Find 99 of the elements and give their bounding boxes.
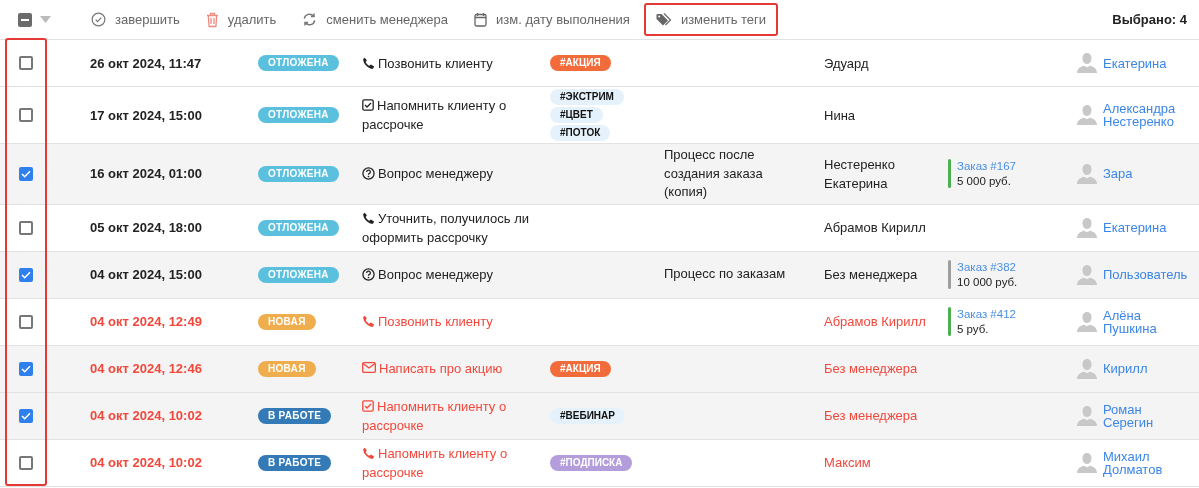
tag-icon [655, 12, 672, 27]
phone-icon [362, 446, 375, 460]
task-link[interactable]: Позвонить клиенту [362, 53, 538, 73]
complete-button[interactable]: завершить [79, 3, 192, 36]
client-link[interactable]: Пользователь [1103, 268, 1195, 281]
avatar-icon [1075, 51, 1099, 75]
row-checkbox[interactable] [19, 314, 33, 329]
row-checkbox[interactable] [19, 361, 33, 376]
manager-name: Без менеджера [824, 360, 919, 378]
tag-badge: #ПОТОК [550, 125, 611, 141]
question-icon [362, 268, 375, 281]
tag-badge: #АКЦИЯ [550, 55, 611, 71]
row-checkbox[interactable] [19, 108, 33, 122]
tag-badge: #ПОДПИСКА [550, 454, 633, 471]
tag-badge: #АКЦИЯ [550, 360, 611, 377]
client-link[interactable]: Зара [1103, 167, 1195, 181]
calendar-icon [474, 12, 488, 27]
due-date: 16 окт 2024, 01:00 [89, 165, 203, 184]
status-badge: В РАБОТЕ [258, 407, 332, 424]
reassign-button[interactable]: сменить менеджера [290, 3, 461, 36]
manager-name: Абрамов Кирилл [824, 313, 927, 331]
date-button[interactable]: изм. дату выполнения [462, 3, 642, 36]
status-badge: ОТЛОЖЕНА [258, 107, 339, 123]
manager-name: Эдуард [824, 54, 870, 73]
tag-badge: #ВЕБИНАР [550, 407, 625, 424]
tag-badge: #ЭКСТРИМ [550, 89, 624, 105]
status-badge: ОТЛОЖЕНА [258, 55, 339, 71]
checkbox-icon [362, 399, 374, 412]
process-name: Процесс после создания заказа (копия) [664, 146, 764, 201]
due-date: 04 окт 2024, 12:49 [89, 313, 203, 331]
row-checkbox[interactable] [19, 267, 33, 282]
avatar-icon [1075, 215, 1099, 240]
manager-name: Без менеджера [824, 266, 919, 284]
row-checkbox[interactable] [19, 166, 33, 181]
due-date: 04 окт 2024, 15:00 [89, 266, 203, 284]
order-link[interactable]: Заказ #382 [957, 261, 1016, 273]
status-badge: НОВАЯ [258, 313, 316, 330]
select-all-checkbox[interactable] [18, 12, 32, 27]
avatar-icon [1075, 262, 1099, 287]
task-link[interactable]: Уточнить, получилось ли оформить рассрочку [362, 208, 538, 247]
avatar-icon [1075, 356, 1099, 381]
due-date: 04 окт 2024, 10:02 [89, 407, 203, 425]
due-date: 04 окт 2024, 10:02 [89, 454, 203, 472]
status-badge: ОТЛОЖЕНА [258, 266, 339, 283]
row-checkbox[interactable] [19, 455, 33, 470]
due-date: 04 окт 2024, 12:46 [89, 360, 203, 378]
status-badge: ОТЛОЖЕНА [258, 219, 339, 236]
order-link[interactable]: Заказ #412 [957, 308, 1016, 320]
manager-name: Абрамов Кирилл [824, 219, 927, 237]
phone-icon [362, 56, 375, 70]
refresh-icon [302, 12, 318, 27]
client-link[interactable]: Кирилл [1103, 362, 1195, 375]
checkbox-icon [362, 99, 374, 111]
selected-count: Выбрано: 4 [1112, 12, 1187, 27]
avatar-icon [1075, 450, 1099, 475]
client-link[interactable]: Екатерина [1103, 221, 1195, 234]
task-link[interactable]: Вопрос менеджеру [362, 164, 538, 184]
avatar-icon [1075, 309, 1099, 334]
client-link[interactable]: Михаил Долматов [1103, 449, 1195, 476]
row-checkbox[interactable] [19, 56, 33, 70]
process-name: Процесс по заказам [664, 265, 787, 284]
due-date: 05 окт 2024, 18:00 [89, 219, 203, 237]
status-badge: НОВАЯ [258, 360, 316, 377]
phone-icon [362, 315, 375, 328]
task-link[interactable]: Напомнить клиенту о рассрочке [362, 396, 538, 435]
avatar-icon [1075, 403, 1099, 428]
task-link[interactable]: Вопрос менеджеру [362, 265, 538, 284]
tags-button[interactable]: изменить теги [643, 3, 779, 36]
tag-badge: #ЦВЕТ [550, 107, 603, 123]
manager-name: Без менеджера [824, 407, 919, 425]
task-link[interactable]: Напомнить клиенту о рассрочке [362, 96, 538, 134]
status-badge: В РАБОТЕ [258, 454, 332, 471]
manager-name: Нина [824, 106, 857, 125]
order-link[interactable]: Заказ #167 [957, 160, 1016, 173]
task-link[interactable]: Напомнить клиенту о рассрочке [362, 443, 538, 482]
manager-name: Максим [824, 454, 872, 472]
client-link[interactable]: Екатерина [1103, 56, 1195, 70]
client-link[interactable]: Александра Нестеренко [1103, 102, 1195, 128]
avatar-icon [1075, 161, 1099, 186]
order-amount: 5 руб. [957, 322, 990, 336]
envelope-icon [362, 362, 376, 373]
order-amount: 10 000 руб. [957, 275, 1018, 289]
row-checkbox[interactable] [19, 220, 33, 235]
avatar-icon [1075, 103, 1099, 127]
task-link[interactable]: Написать про акцию [362, 359, 538, 378]
due-date: 26 окт 2024, 11:47 [89, 54, 203, 73]
trash-icon [205, 11, 219, 28]
manager-name: Нестеренко Екатерина [824, 155, 896, 193]
order-amount: 5 000 руб. [957, 174, 1012, 189]
due-date: 17 окт 2024, 15:00 [89, 106, 203, 125]
client-link[interactable]: Алёна Пушкина [1103, 308, 1195, 335]
client-link[interactable]: Роман Серегин [1103, 402, 1195, 429]
check-circle-icon [91, 12, 106, 27]
task-link[interactable]: Позвонить клиенту [362, 312, 538, 331]
delete-button[interactable]: удалить [193, 2, 289, 37]
row-checkbox[interactable] [19, 408, 33, 423]
status-badge: ОТЛОЖЕНА [258, 165, 339, 182]
question-icon [362, 167, 375, 181]
phone-icon [362, 211, 375, 225]
